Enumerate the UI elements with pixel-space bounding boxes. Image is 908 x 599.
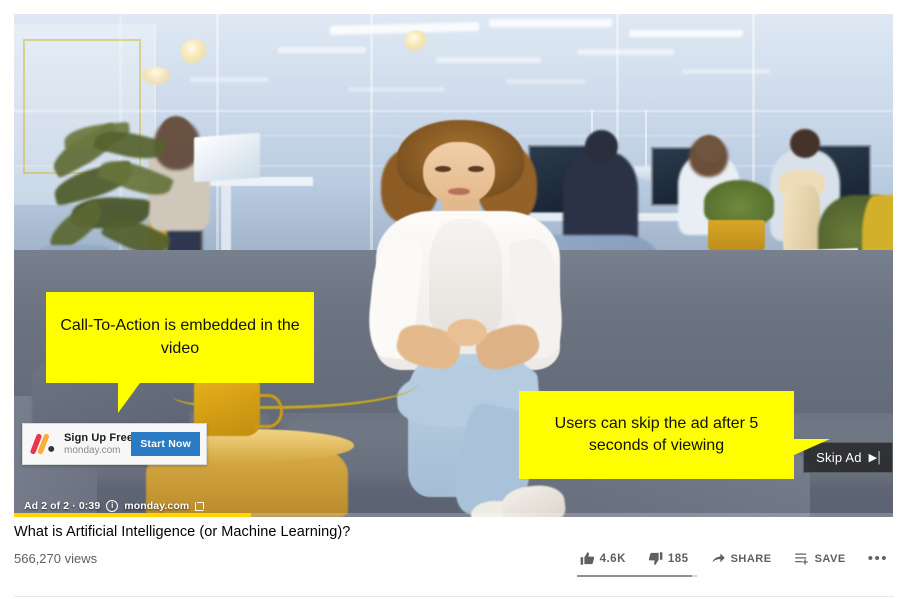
share-label: SHARE <box>730 552 772 565</box>
potted-plant-foliage <box>704 179 775 226</box>
ad-cta-card[interactable]: Sign Up Free monday.com Start Now <box>22 423 207 465</box>
wooden-hand-sculpture <box>783 185 821 256</box>
video-meta: What is Artificial Intelligence (or Mach… <box>14 524 894 577</box>
ceiling-light <box>348 86 445 92</box>
view-count: 566,270 views <box>14 551 98 566</box>
save-button[interactable]: SAVE <box>783 551 857 566</box>
skip-forward-icon: ▶│ <box>868 452 883 464</box>
dislike-count: 185 <box>667 552 689 565</box>
video-meta-row: 566,270 views 4.6K 185 SHARE SAVE ••• <box>14 551 894 577</box>
video-player[interactable]: Sign Up Free monday.com Start Now Ad 2 o… <box>14 14 893 517</box>
ad-cta-domain: monday.com <box>64 445 121 457</box>
ceiling-light <box>576 49 674 56</box>
callout-pointer <box>118 383 140 413</box>
ceiling-beam <box>14 109 893 112</box>
external-link-icon[interactable] <box>195 501 205 511</box>
coworker-head <box>790 128 821 158</box>
coworker-head <box>695 134 724 163</box>
ceiling-light <box>435 56 542 63</box>
ceiling-light <box>682 69 770 75</box>
ad-progress-fill <box>14 513 252 517</box>
thumbs-up-icon <box>580 552 594 565</box>
callout-pointer <box>794 439 830 455</box>
meta-divider <box>14 596 894 597</box>
ceiling-light <box>189 76 269 82</box>
share-button[interactable]: SHARE <box>700 551 783 566</box>
annotation-text: Call-To-Action is embedded in the video <box>60 317 300 357</box>
thumbs-down-icon <box>648 552 663 565</box>
save-list-icon <box>794 553 808 565</box>
ceiling-light <box>488 19 612 28</box>
annotation-callout-cta: Call-To-Action is embedded in the video <box>46 292 314 413</box>
youtube-watch-page: Sign Up Free monday.com Start Now Ad 2 o… <box>0 0 908 599</box>
like-count: 4.6K <box>599 552 626 565</box>
share-arrow-icon <box>711 553 725 563</box>
like-ratio-bar <box>576 575 697 577</box>
annotation-text: Users can skip the ad after 5 seconds of… <box>554 414 759 454</box>
ad-cta-start-now-button[interactable]: Start Now <box>131 432 200 456</box>
more-actions-button[interactable]: ••• <box>857 551 894 566</box>
ad-advertiser-link[interactable]: monday.com <box>124 500 189 512</box>
ad-cta-text: Sign Up Free monday.com <box>64 431 134 457</box>
video-actions: 4.6K 185 SHARE SAVE ••• <box>569 551 894 577</box>
ad-progress-bar[interactable] <box>14 513 893 517</box>
ceiling-light <box>629 30 744 38</box>
annotation-callout-skip: Users can skip the ad after 5 seconds of… <box>519 391 830 479</box>
ad-counter-label: Ad 2 of 2 · 0:39 <box>24 500 101 512</box>
monday-logo-icon <box>29 432 57 456</box>
pendant-lamp <box>181 39 207 66</box>
mug-handle <box>253 393 284 428</box>
ceiling-light <box>277 46 366 53</box>
video-title: What is Artificial Intelligence (or Mach… <box>14 524 351 540</box>
pendant-stem <box>645 109 647 168</box>
ad-cta-title: Sign Up Free <box>64 431 134 444</box>
ceiling-light <box>506 79 586 84</box>
pendant-lamp <box>141 66 172 85</box>
dislike-button[interactable]: 185 <box>637 551 700 566</box>
presenter-face <box>423 141 495 206</box>
like-button[interactable]: 4.6K <box>569 551 637 566</box>
ad-info-row: Ad 2 of 2 · 0:39 i monday.com <box>24 500 205 512</box>
save-label: SAVE <box>814 552 846 565</box>
like-ratio-fill <box>576 575 692 577</box>
info-circle-icon[interactable]: i <box>106 500 119 512</box>
